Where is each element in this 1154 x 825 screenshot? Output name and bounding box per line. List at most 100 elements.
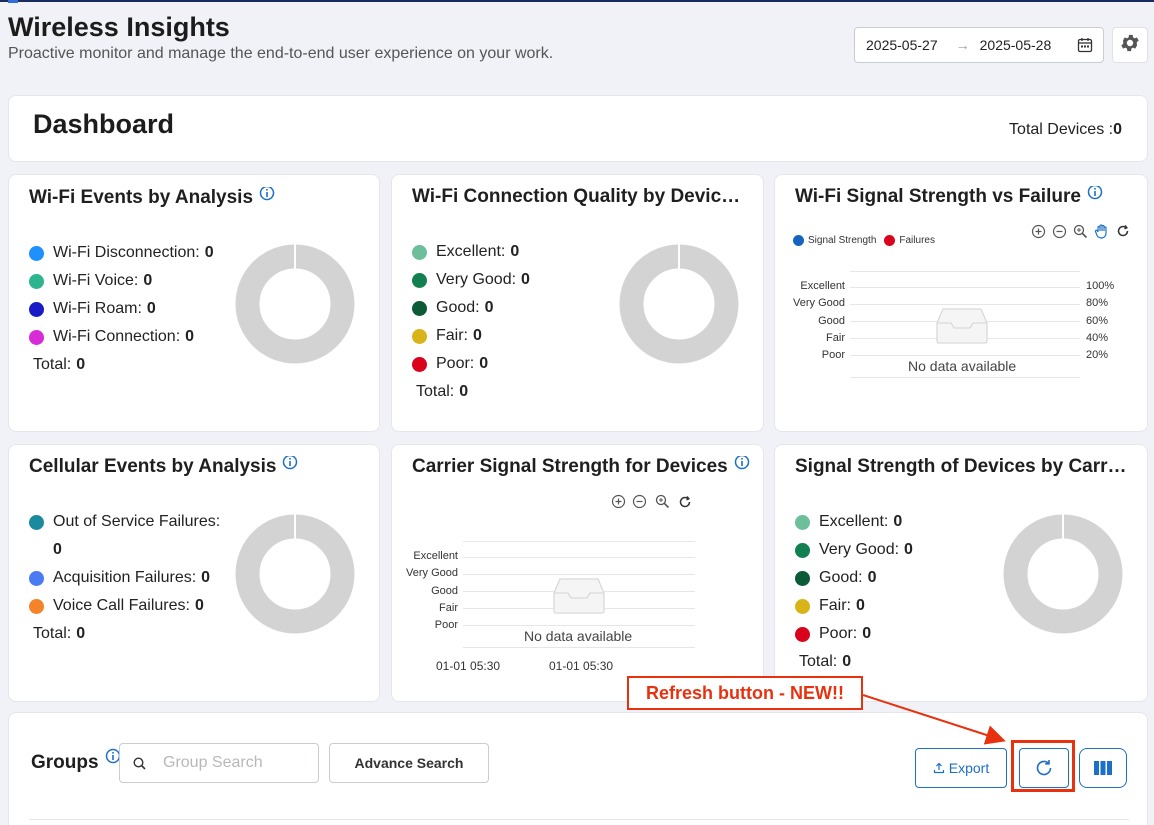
total-label: Total: — [33, 625, 72, 642]
legend-failures[interactable]: Failures — [899, 235, 935, 246]
wifi-events-title: Wi-Fi Events by Analysis — [29, 187, 275, 209]
date-to[interactable]: 2025-05-28 — [980, 37, 1052, 53]
cellular-events-title: Cellular Events by Analysis — [29, 456, 298, 478]
wifi-quality-legend: Excellent: 0 Very Good: 0 Good: 0 Fair: 0 Po… — [412, 238, 530, 406]
gridline — [850, 287, 1080, 288]
info-icon[interactable] — [259, 187, 275, 207]
legend-label: Fair: — [436, 327, 468, 344]
carrier-signal-title: Carrier Signal Strength for Devices — [412, 456, 750, 478]
settings-button[interactable] — [1112, 27, 1148, 63]
legend-signal[interactable]: Signal Strength — [808, 235, 876, 246]
info-icon[interactable] — [1087, 186, 1103, 206]
legend-item: Out of Service Failures: — [29, 508, 220, 536]
chart-toolbar — [611, 494, 698, 509]
legend-item: Wi-Fi Connection: 0 — [29, 323, 214, 351]
wifi-signal-title: Wi-Fi Signal Strength vs Failure — [795, 186, 1103, 208]
total-value: 0 — [842, 653, 852, 670]
wifi-signal-title-text: Wi-Fi Signal Strength vs Failure — [795, 186, 1081, 207]
legend-item: 0 — [29, 536, 220, 564]
legend-value: 0 — [185, 328, 195, 345]
legend-dot — [412, 356, 427, 372]
total-label: Total: — [799, 653, 838, 670]
legend-label: Poor: — [436, 355, 475, 372]
carrier-strength-title: Signal Strength of Devices by Carrie… — [795, 456, 1130, 477]
legend-item: Voice Call Failures: 0 — [29, 592, 220, 620]
gridline — [850, 355, 1080, 356]
gridline — [850, 271, 1080, 272]
y-tick-label: Good — [431, 585, 458, 597]
reset-icon[interactable] — [1116, 224, 1130, 238]
y2-tick-label: 20% — [1086, 349, 1109, 361]
legend-item: Poor: 0 — [412, 350, 530, 378]
legend-item: Wi-Fi Disconnection: 0 — [29, 239, 214, 267]
legend-dot — [793, 235, 804, 246]
gridline — [463, 557, 695, 558]
legend-item: Excellent: 0 — [412, 238, 530, 266]
dashboard-title: Dashboard — [33, 109, 175, 139]
pan-hand-icon[interactable] — [1094, 223, 1110, 239]
info-icon[interactable] — [282, 456, 298, 476]
legend-dot — [29, 301, 44, 317]
legend-label: Very Good: — [819, 541, 900, 558]
reset-icon[interactable] — [678, 495, 692, 509]
app-title: Wireless Insights — [8, 12, 230, 42]
legend-total: Total: 0 — [412, 378, 530, 406]
wifi-events-donut — [235, 244, 355, 364]
total-value: 0 — [459, 383, 469, 400]
cellular-events-legend: Out of Service Failures: 0 Acquisition F… — [29, 508, 220, 648]
legend-value: 0 — [143, 272, 153, 289]
legend-value: 0 — [479, 355, 489, 372]
legend-label: Voice Call Failures: — [53, 597, 190, 614]
no-data-text: No data available — [524, 628, 633, 644]
dashboard-header-card: Dashboard Total Devices :0 — [8, 95, 1148, 162]
zoom-out-icon[interactable] — [1052, 224, 1067, 239]
wifi-signal-card: Wi-Fi Signal Strength vs Failure Signal … — [774, 174, 1148, 432]
groups-title-text: Groups — [31, 752, 99, 773]
magnify-icon[interactable] — [655, 494, 670, 509]
y-tick-label: Very Good — [793, 297, 845, 309]
legend-item: Very Good: 0 — [412, 266, 530, 294]
legend-item: Acquisition Failures: 0 — [29, 564, 220, 592]
legend-label: Good: — [436, 299, 480, 316]
zoom-in-icon[interactable] — [611, 494, 626, 509]
y-tick-label: Fair — [439, 602, 458, 614]
advance-search-button[interactable]: Advance Search — [329, 743, 489, 783]
date-from[interactable]: 2025-05-27 — [866, 37, 938, 53]
cellular-events-donut — [235, 514, 355, 634]
legend-value: 0 — [904, 541, 913, 558]
legend-dot — [412, 328, 427, 344]
x-tick-label: 01-01 05:30 — [436, 659, 501, 673]
y-tick-label: Good — [818, 315, 845, 327]
legend-label: Wi-Fi Voice: — [53, 272, 139, 289]
legend-value: 0 — [856, 597, 865, 614]
zoom-out-icon[interactable] — [632, 494, 647, 509]
legend-dot — [29, 329, 44, 345]
top-accent-bar — [0, 0, 1154, 3]
legend-dot — [884, 235, 896, 246]
legend-dot — [795, 626, 810, 642]
zoom-in-icon[interactable] — [1031, 224, 1046, 239]
y-tick-label: Fair — [826, 332, 845, 344]
y2-tick-label: 40% — [1086, 332, 1109, 344]
legend-item: Fair: 0 — [412, 322, 530, 350]
export-button[interactable]: Export — [915, 748, 1007, 788]
date-range-picker[interactable]: 2025-05-27 → 2025-05-28 — [854, 27, 1104, 63]
wifi-events-card: Wi-Fi Events by Analysis Wi-Fi Disconnec… — [8, 174, 380, 432]
cellular-events-title-text: Cellular Events by Analysis — [29, 456, 277, 477]
wifi-events-title-text: Wi-Fi Events by Analysis — [29, 187, 254, 208]
legend-value: 0 — [893, 513, 903, 530]
table-top-border — [29, 819, 1129, 820]
y-tick-label: Excellent — [800, 280, 845, 292]
total-label: Total: — [416, 383, 455, 400]
group-search-input[interactable] — [163, 754, 313, 772]
gridline — [850, 377, 1080, 378]
legend-item: Excellent: 0 — [795, 508, 913, 536]
columns-button[interactable] — [1079, 748, 1127, 788]
calendar-icon[interactable] — [1077, 37, 1093, 56]
legend-label: Good: — [819, 569, 863, 586]
group-search-box[interactable] — [119, 743, 319, 783]
magnify-icon[interactable] — [1073, 224, 1088, 239]
groups-card: Groups Advance Search Export — [8, 712, 1148, 825]
chart-toolbar — [1031, 223, 1136, 239]
info-icon[interactable] — [734, 456, 750, 476]
